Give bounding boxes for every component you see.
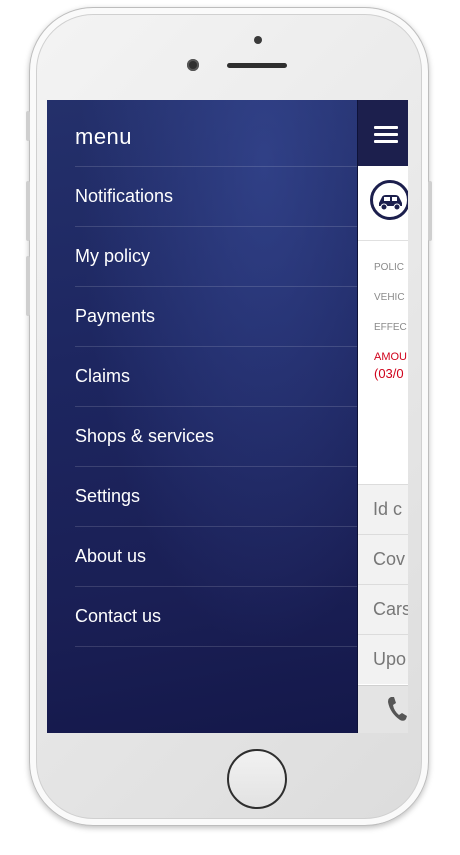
content-divider [358,240,408,241]
proximity-sensor [254,36,262,44]
mute-switch [26,111,30,141]
front-camera [187,59,199,71]
phone-icon[interactable] [386,695,408,723]
vehicle-label: VEHIC [374,292,405,303]
side-menu: menu Notifications My policy Payments Cl… [47,100,357,733]
volume-up-button [26,181,30,241]
upload-row[interactable]: Upo [358,634,408,684]
hamburger-menu-icon[interactable] [374,126,398,144]
coverage-row[interactable]: Cov [358,534,408,584]
earpiece-speaker [227,63,287,68]
amount-date: (03/0 [374,366,404,381]
volume-down-button [26,256,30,316]
menu-item-notifications[interactable]: Notifications [75,166,357,226]
menu-item-contact-us[interactable]: Contact us [75,586,357,647]
menu-item-about-us[interactable]: About us [75,526,357,586]
menu-list: Notifications My policy Payments Claims … [75,166,357,647]
amount-label: AMOU [374,351,407,363]
power-button [428,181,432,241]
phone-screen: menu Notifications My policy Payments Cl… [47,100,408,733]
home-button[interactable] [227,749,287,809]
cars-row[interactable]: Cars [358,584,408,634]
menu-item-payments[interactable]: Payments [75,286,357,346]
menu-item-settings[interactable]: Settings [75,466,357,526]
effective-label: EFFEC [374,322,407,333]
app-content-peek: POLIC VEHIC EFFEC AMOU (03/0 Id c Cov Ca… [357,100,408,733]
policy-label: POLIC [374,262,405,273]
menu-item-claims[interactable]: Claims [75,346,357,406]
car-icon [370,180,408,220]
menu-title: menu [75,124,133,149]
menu-item-my-policy[interactable]: My policy [75,226,357,286]
bottom-action-bar [358,685,408,733]
app-header [358,100,408,166]
menu-item-shops-services[interactable]: Shops & services [75,406,357,466]
id-card-row[interactable]: Id c [358,484,408,534]
